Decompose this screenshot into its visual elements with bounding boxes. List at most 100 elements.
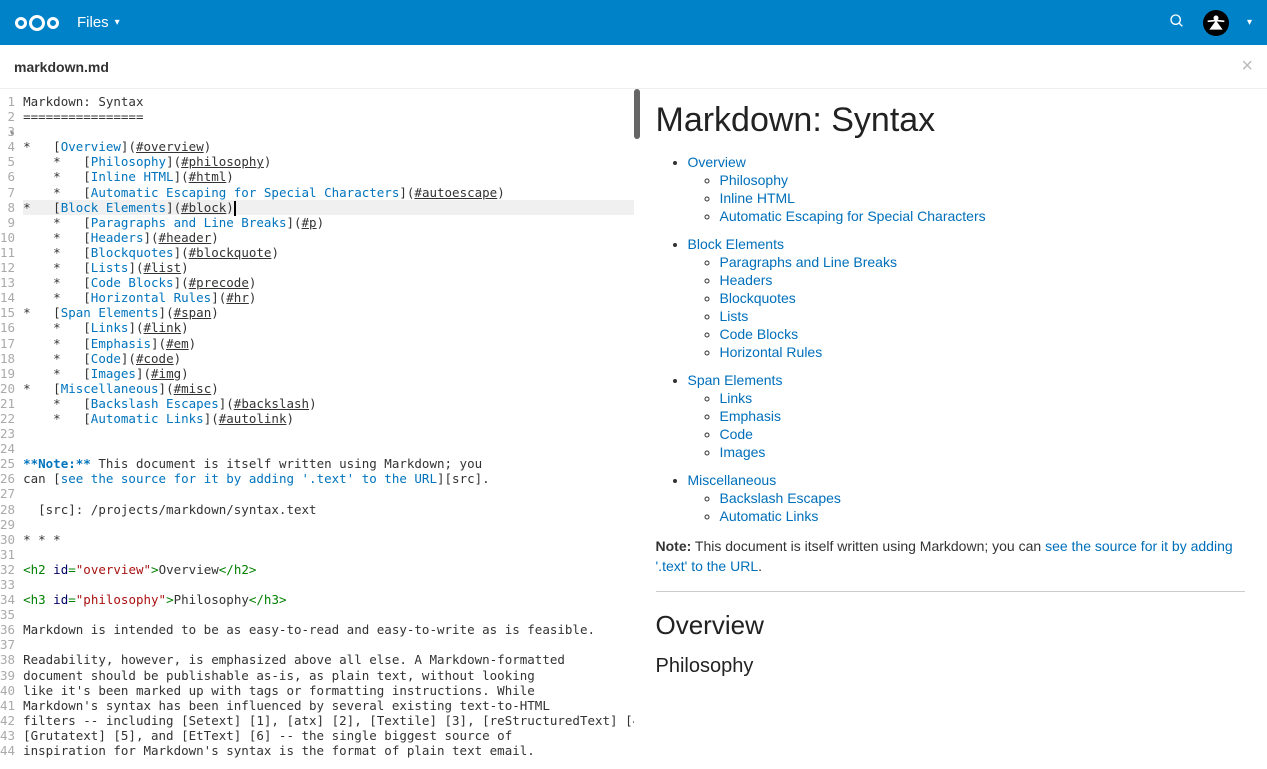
preview-scrollbar[interactable] xyxy=(634,89,640,139)
code-line[interactable] xyxy=(23,577,633,592)
code-line[interactable]: * [Philosophy](#philosophy) xyxy=(23,154,633,169)
toc-subitem: Emphasis xyxy=(720,408,1246,424)
toc-link[interactable]: Automatic Escaping for Special Character… xyxy=(720,208,986,224)
toc-link[interactable]: Block Elements xyxy=(688,236,784,252)
code-line[interactable]: * [Span Elements](#span) xyxy=(23,305,633,320)
code-line[interactable]: Readability, however, is emphasized abov… xyxy=(23,652,633,667)
toc-subitem: Code xyxy=(720,426,1246,442)
app-menu[interactable]: Files ▾ xyxy=(77,14,120,31)
code-line[interactable]: [Grutatext] [5], and [EtText] [6] -- the… xyxy=(23,728,633,743)
toc-link[interactable]: Paragraphs and Line Breaks xyxy=(720,254,897,270)
code-line[interactable] xyxy=(23,637,633,652)
file-name: markdown.md xyxy=(14,59,109,75)
toc-item: Span Elements Links Emphasis Code Images xyxy=(688,372,1246,460)
code-line[interactable]: * [Headers](#header) xyxy=(23,230,633,245)
user-menu-caret-icon[interactable]: ▾ xyxy=(1247,17,1252,28)
editor-pane[interactable]: 12 ▾345678910111213141516171819202122232… xyxy=(0,89,634,769)
toc-link[interactable]: Miscellaneous xyxy=(688,472,777,488)
toc-subitem: Links xyxy=(720,390,1246,406)
code-line[interactable]: * [Overview](#overview) xyxy=(23,139,633,154)
code-line[interactable]: * [Images](#img) xyxy=(23,366,633,381)
code-line[interactable] xyxy=(23,441,633,456)
code-line[interactable] xyxy=(23,486,633,501)
code-line[interactable]: [src]: /projects/markdown/syntax.text xyxy=(23,502,633,517)
toc-link[interactable]: Blockquotes xyxy=(720,290,796,306)
code-line[interactable] xyxy=(23,547,633,562)
line-number: 3 xyxy=(0,124,15,139)
note-text: This document is itself written using Ma… xyxy=(691,538,1045,554)
logo-icon[interactable] xyxy=(15,15,59,31)
code-area[interactable]: Markdown: Syntax================ * [Overv… xyxy=(23,89,633,769)
code-line[interactable]: * [Code](#code) xyxy=(23,351,633,366)
toc-subitem: Paragraphs and Line Breaks xyxy=(720,254,1246,270)
code-line[interactable]: * [Block Elements](#block) xyxy=(23,200,633,215)
toc-link[interactable]: Philosophy xyxy=(720,172,789,188)
code-line[interactable]: * * * xyxy=(23,532,633,547)
toc-link[interactable]: Backslash Escapes xyxy=(720,490,841,506)
toc-link[interactable]: Links xyxy=(720,390,753,406)
code-line[interactable]: filters -- including [Setext] [1], [atx]… xyxy=(23,713,633,728)
code-line[interactable]: * [Backslash Escapes](#backslash) xyxy=(23,396,633,411)
toc-subitem: Lists xyxy=(720,308,1246,324)
user-avatar[interactable] xyxy=(1203,10,1229,36)
code-line[interactable]: document should be publishable as-is, as… xyxy=(23,668,633,683)
code-line[interactable]: inspiration for Markdown's syntax is the… xyxy=(23,743,633,758)
code-line[interactable]: * [Links](#link) xyxy=(23,320,633,335)
line-number: 34 xyxy=(0,592,15,607)
toc-link[interactable]: Headers xyxy=(720,272,773,288)
code-line[interactable]: * [Automatic Escaping for Special Charac… xyxy=(23,185,633,200)
code-line[interactable] xyxy=(23,517,633,532)
code-line[interactable]: like it's been marked up with tags or fo… xyxy=(23,683,633,698)
line-number: 5 xyxy=(0,154,15,169)
code-line[interactable]: * [Paragraphs and Line Breaks](#p) xyxy=(23,215,633,230)
code-line[interactable]: ================ xyxy=(23,109,633,124)
toc-link[interactable]: Automatic Links xyxy=(720,508,819,524)
top-bar: Files ▾ ▾ xyxy=(0,0,1267,45)
code-line[interactable]: <h3 id="philosophy">Philosophy</h3> xyxy=(23,592,633,607)
preview-h3: Philosophy xyxy=(656,655,1246,678)
note-paragraph: Note: This document is itself written us… xyxy=(656,536,1246,577)
code-line[interactable]: * [Miscellaneous](#misc) xyxy=(23,381,633,396)
line-number: 24 xyxy=(0,441,15,456)
toc-link[interactable]: Span Elements xyxy=(688,372,783,388)
code-line[interactable] xyxy=(23,124,633,139)
line-number: 11 xyxy=(0,245,15,260)
code-line[interactable]: * [Lists](#list) xyxy=(23,260,633,275)
toc-link[interactable]: Inline HTML xyxy=(720,190,795,206)
code-line[interactable]: * [Inline HTML](#html) xyxy=(23,169,633,184)
code-line[interactable]: * [Horizontal Rules](#hr) xyxy=(23,290,633,305)
toc-link[interactable]: Lists xyxy=(720,308,749,324)
toc-link[interactable]: Code Blocks xyxy=(720,326,799,342)
search-icon[interactable] xyxy=(1169,13,1185,32)
toc-subitem: Blockquotes xyxy=(720,290,1246,306)
code-line[interactable]: <h2 id="overview">Overview</h2> xyxy=(23,562,633,577)
code-line[interactable]: * [Blockquotes](#blockquote) xyxy=(23,245,633,260)
code-line[interactable]: **Note:** This document is itself writte… xyxy=(23,456,633,471)
code-line[interactable]: Markdown's syntax has been influenced by… xyxy=(23,698,633,713)
line-number: 8 xyxy=(0,200,15,215)
caret-down-icon: ▾ xyxy=(115,17,120,28)
toc-item: Miscellaneous Backslash Escapes Automatic … xyxy=(688,472,1246,524)
toc-link[interactable]: Emphasis xyxy=(720,408,781,424)
preview-pane: Markdown: Syntax OverviewPhilosophyInlin… xyxy=(634,89,1267,769)
code-line[interactable]: can [see the source for it by adding '.t… xyxy=(23,471,633,486)
code-line[interactable] xyxy=(23,426,633,441)
close-icon[interactable]: × xyxy=(1241,55,1253,78)
toc-link[interactable]: Overview xyxy=(688,154,746,170)
code-line[interactable] xyxy=(23,607,633,622)
code-line[interactable]: * [Emphasis](#em) xyxy=(23,336,633,351)
line-number: 29 xyxy=(0,517,15,532)
line-number: 36 xyxy=(0,622,15,637)
toc-link[interactable]: Code xyxy=(720,426,753,442)
code-line[interactable]: Markdown: Syntax xyxy=(23,94,633,109)
file-bar: markdown.md × xyxy=(0,45,1267,89)
code-line[interactable]: * [Code Blocks](#precode) xyxy=(23,275,633,290)
code-line[interactable]: * [Automatic Links](#autolink) xyxy=(23,411,633,426)
line-number: 35 xyxy=(0,607,15,622)
line-number: 31 xyxy=(0,547,15,562)
toc-subitem: Code Blocks xyxy=(720,326,1246,342)
line-number: 17 xyxy=(0,336,15,351)
toc-link[interactable]: Images xyxy=(720,444,766,460)
code-line[interactable]: Markdown is intended to be as easy-to-re… xyxy=(23,622,633,637)
toc-link[interactable]: Horizontal Rules xyxy=(720,344,823,360)
